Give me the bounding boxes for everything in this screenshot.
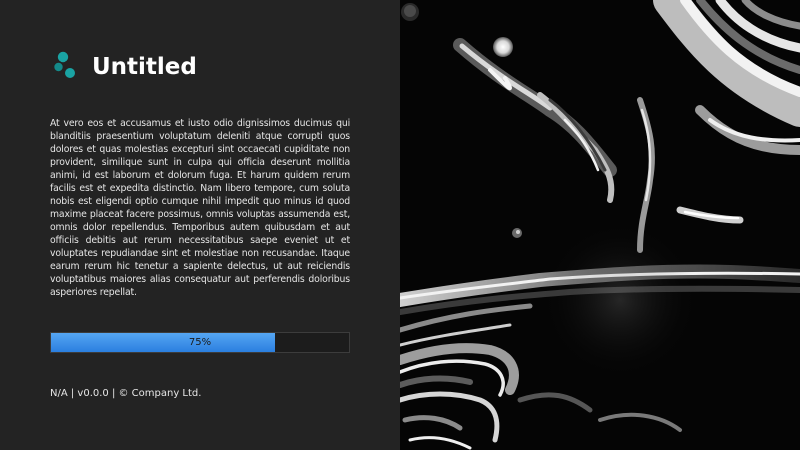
progress-label: 75%: [188, 337, 212, 348]
app-title: Untitled: [92, 54, 197, 80]
loading-progress-bar: 75%: [50, 332, 350, 353]
splash-screen: Untitled At vero eos et accusamus et ius…: [0, 0, 800, 450]
marble-artwork: [400, 0, 800, 450]
footer-info: N/A | v0.0.0 | © Company Ltd.: [50, 388, 202, 399]
app-description: At vero eos et accusamus et iusto odio d…: [50, 118, 350, 298]
molecule-dots-icon: [54, 51, 75, 78]
abstract-fluid-marble-image: [400, 0, 800, 450]
info-panel: Untitled At vero eos et accusamus et ius…: [0, 0, 400, 450]
